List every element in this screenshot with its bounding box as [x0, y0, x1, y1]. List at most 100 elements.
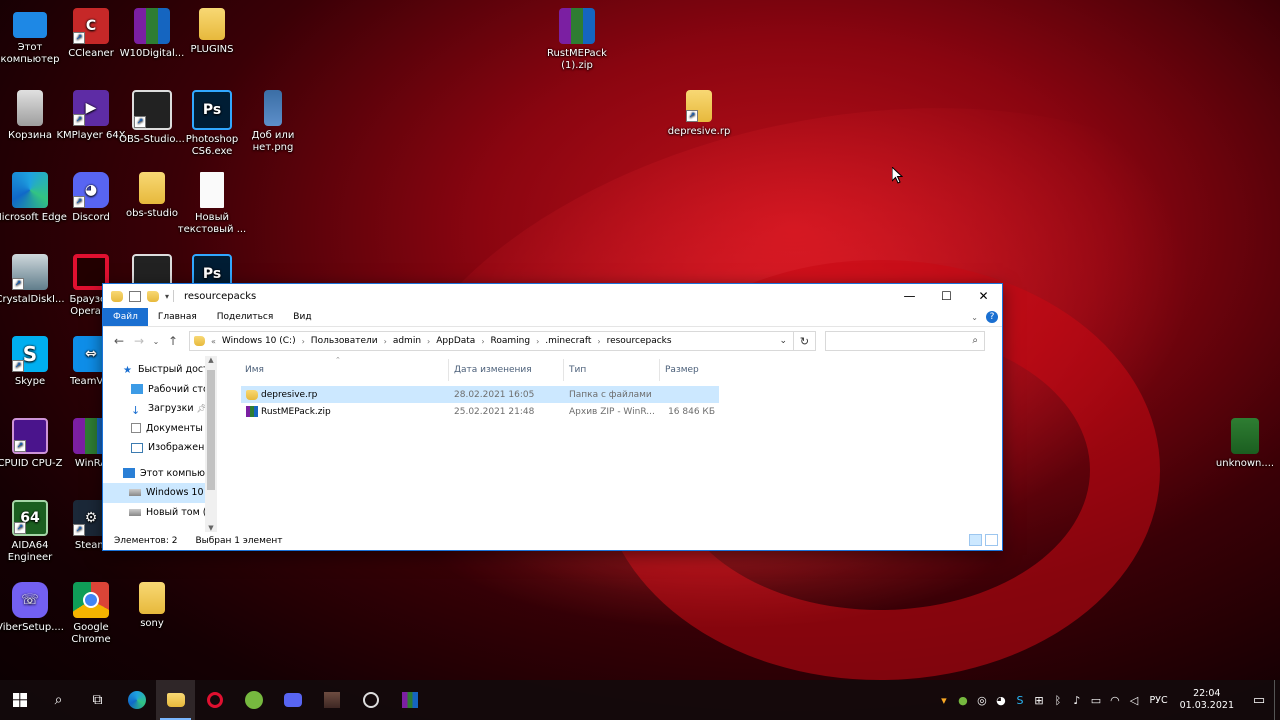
desktop-icon-depresive[interactable]: ↗ depresive.rp	[661, 90, 737, 138]
nav-drive-d[interactable]: Новый том (D:)	[103, 503, 217, 523]
desktop-icon-new-text[interactable]: Новый текстовый ...	[174, 172, 250, 236]
task-view-button[interactable]: ⧉	[78, 680, 117, 720]
column-date[interactable]: Дата изменения	[454, 365, 532, 375]
file-date: 28.02.2021 16:05	[454, 389, 535, 400]
wifi-tray-icon[interactable]: ◠	[1105, 694, 1124, 707]
chevron-right-icon[interactable]: ›	[479, 337, 486, 346]
desktop-icon-unknown[interactable]: unknown....	[1207, 418, 1280, 470]
desktop-icon-sony[interactable]: sony	[114, 582, 190, 630]
close-button[interactable]: ✕	[965, 284, 1002, 308]
breadcrumb-item[interactable]: Roaming	[487, 336, 535, 346]
skype-tray-icon[interactable]: S	[1010, 694, 1029, 707]
desktop-icon	[131, 384, 143, 395]
computer-icon	[123, 468, 135, 479]
scroll-down-icon[interactable]: ▼	[205, 524, 217, 532]
breadcrumb-item[interactable]: .minecraft	[541, 336, 595, 346]
chevron-right-icon[interactable]: ›	[382, 337, 389, 346]
start-button[interactable]	[0, 680, 39, 720]
notification-center-icon[interactable]: ▭	[1244, 693, 1274, 708]
tab-file[interactable]: Файл	[103, 308, 148, 326]
chevron-down-icon[interactable]: ⌄	[779, 336, 787, 346]
address-bar[interactable]: « Windows 10 (C:) › Пользователи › admin…	[189, 331, 794, 351]
tab-home[interactable]: Главная	[148, 308, 207, 326]
large-icons-view-icon[interactable]	[985, 534, 998, 546]
refresh-button[interactable]: ↻	[794, 331, 816, 351]
taskbar-minecraft[interactable]	[312, 680, 351, 720]
taskbar-utorrent[interactable]	[234, 680, 273, 720]
expand-ribbon-icon[interactable]: ⌄	[971, 313, 978, 322]
steam-tray-icon[interactable]: ◎	[972, 694, 991, 707]
tab-view[interactable]: Вид	[283, 308, 321, 326]
chevron-right-icon[interactable]: ›	[425, 337, 432, 346]
taskbar-edge[interactable]	[117, 680, 156, 720]
breadcrumb-overflow[interactable]: «	[209, 337, 218, 346]
search-input[interactable]: ⌕	[825, 331, 985, 351]
customize-toolbar-icon[interactable]: ▾	[165, 292, 169, 301]
forward-arrow-icon[interactable]: →	[129, 334, 149, 348]
message-tray-icon[interactable]: ▭	[1086, 694, 1105, 707]
new-folder-icon[interactable]	[147, 290, 159, 302]
column-divider[interactable]	[563, 359, 564, 381]
scroll-thumb[interactable]	[207, 370, 215, 490]
recent-locations-icon[interactable]: ⌄	[149, 337, 163, 346]
column-name[interactable]: Имя	[245, 365, 264, 375]
nav-documents[interactable]: Документы📌︎	[103, 419, 217, 439]
explorer-window[interactable]: ▾ resourcepacks — ☐ ✕ Файл Главная Подел…	[102, 283, 1003, 551]
back-arrow-icon[interactable]: ←	[109, 334, 129, 348]
nav-desktop[interactable]: Рабочий сто.📌︎	[103, 380, 217, 400]
minecraft-icon	[1231, 418, 1259, 454]
window-titlebar[interactable]: ▾ resourcepacks — ☐ ✕	[103, 284, 1002, 308]
discord-tray-icon[interactable]: ◕	[991, 694, 1010, 707]
breadcrumb-item[interactable]: resourcepacks	[603, 336, 676, 346]
bluetooth-tray-icon[interactable]: ᛒ	[1048, 694, 1067, 707]
nav-scrollbar[interactable]: ▲ ▼	[205, 356, 217, 532]
microphone-tray-icon[interactable]: ♪	[1067, 694, 1086, 707]
taskbar-explorer[interactable]	[156, 680, 195, 720]
viber-icon: ☏	[12, 582, 48, 618]
tab-share[interactable]: Поделиться	[207, 308, 284, 326]
file-row-rustmepack[interactable]: RustMEPack.zip 25.02.2021 21:48 Архив ZI…	[241, 403, 719, 420]
column-type[interactable]: Тип	[569, 365, 586, 375]
column-divider[interactable]	[659, 359, 660, 381]
maximize-button[interactable]: ☐	[928, 284, 965, 308]
column-size[interactable]: Размер	[665, 365, 699, 375]
minimize-button[interactable]: —	[891, 284, 928, 308]
clock[interactable]: 22:04 01.03.2021	[1180, 688, 1234, 712]
nav-drive-c[interactable]: Windows 10 (C:	[103, 483, 217, 503]
nav-this-pc[interactable]: Этот компьютер	[103, 464, 217, 484]
show-hidden-icons-icon[interactable]: ▾	[934, 694, 953, 707]
utorrent-tray-icon[interactable]: ●	[953, 694, 972, 707]
breadcrumb-item[interactable]: admin	[389, 336, 425, 346]
language-indicator[interactable]: РУС	[1149, 695, 1167, 706]
taskbar-obs[interactable]	[351, 680, 390, 720]
network-tray-icon[interactable]: ⊞	[1029, 694, 1048, 707]
desktop-icon-dob-png[interactable]: Доб или нет.png	[235, 90, 311, 154]
breadcrumb-item[interactable]: AppData	[432, 336, 479, 346]
details-view-icon[interactable]	[969, 534, 982, 546]
chevron-right-icon[interactable]: ›	[300, 337, 307, 346]
breadcrumb-item[interactable]: Windows 10 (C:)	[218, 336, 300, 346]
scroll-up-icon[interactable]: ▲	[205, 356, 217, 364]
file-explorer-icon	[166, 693, 185, 707]
taskbar-discord[interactable]	[273, 680, 312, 720]
desktop-icon-plugins[interactable]: PLUGINS	[174, 8, 250, 56]
this-pc-icon	[13, 12, 47, 38]
nav-quick-access[interactable]: ★ Быстрый доступ	[103, 360, 217, 380]
column-divider[interactable]	[448, 359, 449, 381]
nav-downloads[interactable]: ↓ Загрузки 📌︎	[103, 399, 217, 419]
breadcrumb-item[interactable]: Пользователи	[307, 336, 382, 346]
folder-icon	[139, 172, 165, 204]
desktop-icon-rustmepack1[interactable]: RustMEPack (1).zip	[539, 8, 615, 72]
properties-icon[interactable]	[129, 290, 141, 302]
search-button[interactable]: ⌕	[39, 680, 78, 720]
file-row-depresive[interactable]: depresive.rp 28.02.2021 16:05 Папка с фа…	[241, 386, 719, 403]
show-desktop-button[interactable]	[1274, 680, 1280, 720]
taskbar-winrar[interactable]	[390, 680, 429, 720]
taskbar-opera[interactable]	[195, 680, 234, 720]
up-arrow-icon[interactable]: ↑	[163, 334, 183, 348]
chevron-right-icon[interactable]: ›	[534, 337, 541, 346]
nav-pictures[interactable]: Изображени📌︎	[103, 438, 217, 458]
chevron-right-icon[interactable]: ›	[595, 337, 602, 346]
volume-tray-icon[interactable]: ◁	[1124, 694, 1143, 707]
help-icon[interactable]: ?	[986, 311, 998, 323]
